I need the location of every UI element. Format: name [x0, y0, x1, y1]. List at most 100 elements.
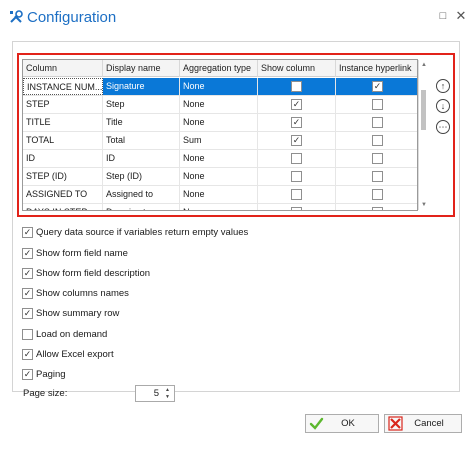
cell-aggregation-type[interactable]: None: [180, 168, 258, 185]
grid-scrollbar[interactable]: ▲ ▼: [418, 60, 428, 210]
cell-instance-hyperlink: [336, 132, 417, 149]
cell-display-name[interactable]: Step (ID): [103, 168, 180, 185]
option-label: Load on demand: [36, 329, 108, 340]
header-column[interactable]: Column: [23, 60, 103, 77]
instance-hyperlink-checkbox[interactable]: [372, 189, 383, 200]
option-checkbox-row[interactable]: ✓ Paging: [22, 368, 322, 382]
cell-column[interactable]: INSTANCE NUM...: [23, 78, 103, 95]
show-column-checkbox[interactable]: [291, 189, 302, 200]
option-checkbox[interactable]: ✓: [22, 308, 33, 319]
maximize-button[interactable]: □: [437, 10, 449, 22]
cell-show-column: ✓: [258, 132, 336, 149]
show-column-checkbox[interactable]: [291, 153, 302, 164]
table-row[interactable]: TITLE Title None ✓: [23, 114, 417, 132]
option-checkbox-row[interactable]: ✓ Show columns names: [22, 287, 322, 301]
cell-display-name[interactable]: Total: [103, 132, 180, 149]
cell-aggregation-type[interactable]: Sum: [180, 132, 258, 149]
page-size-label: Page size:: [23, 388, 68, 399]
option-checkbox-row[interactable]: ✓ Show form field description: [22, 267, 322, 281]
table-row[interactable]: INSTANCE NUM... Signature None ✓: [23, 78, 417, 96]
header-instance-hyperlink[interactable]: Instance hyperlink: [336, 60, 417, 77]
option-checkbox[interactable]: ✓: [22, 288, 33, 299]
cell-aggregation-type[interactable]: None: [180, 78, 258, 95]
header-aggregation-type[interactable]: Aggregation type: [180, 60, 258, 77]
cell-display-name[interactable]: Title: [103, 114, 180, 131]
cell-display-name[interactable]: ID: [103, 150, 180, 167]
cell-display-name[interactable]: Days in step: [103, 204, 180, 210]
show-column-checkbox[interactable]: [291, 171, 302, 182]
cell-column[interactable]: ID: [23, 150, 103, 167]
cell-aggregation-type[interactable]: None: [180, 150, 258, 167]
cell-instance-hyperlink: [336, 186, 417, 203]
cell-column[interactable]: DAYS IN STEP: [23, 204, 103, 210]
instance-hyperlink-checkbox[interactable]: ✓: [372, 81, 383, 92]
show-column-checkbox[interactable]: ✓: [291, 99, 302, 110]
cell-display-name[interactable]: Step: [103, 96, 180, 113]
close-button[interactable]: ✕: [455, 9, 467, 22]
option-checkbox[interactable]: ✓: [22, 349, 33, 360]
cell-column[interactable]: STEP (ID): [23, 168, 103, 185]
header-display-name[interactable]: Display name: [103, 60, 180, 77]
option-checkbox-row[interactable]: Load on demand: [22, 328, 322, 342]
tools-icon: [10, 10, 23, 23]
move-up-button[interactable]: ↑: [436, 79, 450, 93]
cell-display-name[interactable]: Assigned to: [103, 186, 180, 203]
instance-hyperlink-checkbox[interactable]: [372, 153, 383, 164]
instance-hyperlink-checkbox[interactable]: [372, 135, 383, 146]
cell-aggregation-type[interactable]: None: [180, 186, 258, 203]
option-checkbox-row[interactable]: ✓ Allow Excel export: [22, 348, 322, 362]
scroll-up-arrow-icon[interactable]: ▲: [419, 60, 429, 70]
table-row[interactable]: ID ID None: [23, 150, 417, 168]
option-label: Show form field name: [36, 248, 128, 259]
cell-column[interactable]: TOTAL: [23, 132, 103, 149]
option-checkbox-row[interactable]: ✓ Show summary row: [22, 307, 322, 321]
table-row[interactable]: STEP Step None ✓: [23, 96, 417, 114]
instance-hyperlink-checkbox[interactable]: [372, 99, 383, 110]
option-label: Show columns names: [36, 288, 129, 299]
option-checkbox[interactable]: [22, 329, 33, 340]
columns-grid[interactable]: Column Display name Aggregation type Sho…: [22, 59, 418, 211]
show-column-checkbox[interactable]: [291, 207, 302, 210]
option-checkbox-row[interactable]: ✓ Show form field name: [22, 247, 322, 261]
cell-column[interactable]: TITLE: [23, 114, 103, 131]
cell-instance-hyperlink: [336, 96, 417, 113]
cell-show-column: [258, 186, 336, 203]
option-checkbox[interactable]: ✓: [22, 227, 33, 238]
ok-button[interactable]: OK: [305, 414, 379, 433]
spin-arrows-icon[interactable]: ▲ ▼: [163, 387, 172, 401]
cell-column[interactable]: ASSIGNED TO: [23, 186, 103, 203]
more-options-button[interactable]: ⋯: [436, 120, 450, 134]
table-row[interactable]: ASSIGNED TO Assigned to None: [23, 186, 417, 204]
cell-aggregation-type[interactable]: None: [180, 204, 258, 210]
header-show-column[interactable]: Show column: [258, 60, 336, 77]
table-row[interactable]: TOTAL Total Sum ✓: [23, 132, 417, 150]
option-label: Show summary row: [36, 308, 120, 319]
show-column-checkbox[interactable]: [291, 81, 302, 92]
option-checkbox[interactable]: ✓: [22, 248, 33, 259]
option-checkbox[interactable]: ✓: [22, 268, 33, 279]
cell-column[interactable]: STEP: [23, 96, 103, 113]
table-row[interactable]: DAYS IN STEPDays in stepNone: [23, 204, 417, 210]
instance-hyperlink-checkbox[interactable]: [372, 171, 383, 182]
cancel-label: Cancel: [414, 418, 444, 429]
option-checkbox[interactable]: ✓: [22, 369, 33, 380]
title-bar: Configuration □ ✕: [0, 0, 474, 36]
option-checkbox-row[interactable]: ✓ Query data source if variables return e…: [22, 226, 322, 240]
scroll-thumb[interactable]: [421, 90, 426, 130]
cell-instance-hyperlink: [336, 150, 417, 167]
cell-aggregation-type[interactable]: None: [180, 96, 258, 113]
cell-aggregation-type[interactable]: None: [180, 114, 258, 131]
page-size-stepper[interactable]: 5 ▲ ▼: [135, 385, 175, 402]
table-row[interactable]: STEP (ID) Step (ID) None: [23, 168, 417, 186]
instance-hyperlink-checkbox[interactable]: [372, 207, 383, 210]
show-column-checkbox[interactable]: ✓: [291, 117, 302, 128]
cell-show-column: [258, 150, 336, 167]
instance-hyperlink-checkbox[interactable]: [372, 117, 383, 128]
cancel-button[interactable]: Cancel: [384, 414, 462, 433]
cell-display-name[interactable]: Signature: [103, 78, 180, 95]
move-down-button[interactable]: ↓: [436, 99, 450, 113]
cell-instance-hyperlink: ✓: [336, 78, 417, 95]
scroll-down-arrow-icon[interactable]: ▼: [419, 200, 429, 210]
option-label: Query data source if variables return em…: [36, 227, 249, 238]
show-column-checkbox[interactable]: ✓: [291, 135, 302, 146]
